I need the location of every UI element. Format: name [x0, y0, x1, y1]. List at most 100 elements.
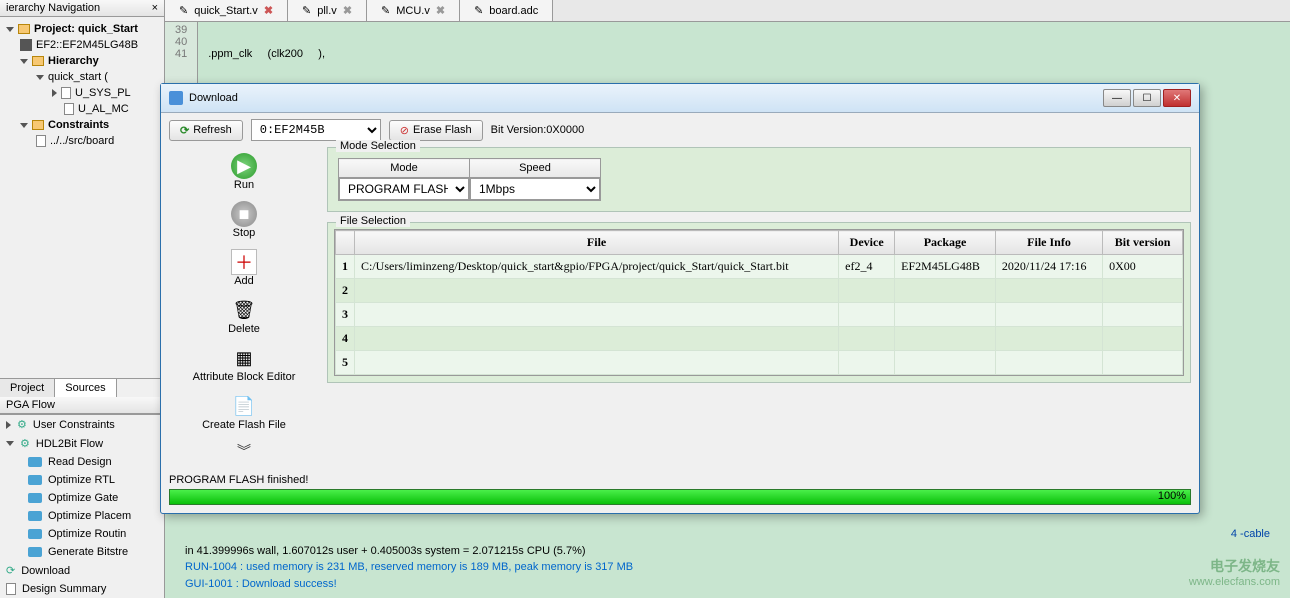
dialog-toolbar: ⟳Refresh 0:EF2M45B ⊘Erase Flash Bit Vers…: [161, 113, 1199, 147]
table-row[interactable]: 4: [336, 327, 1183, 351]
col-package[interactable]: Package: [895, 231, 996, 255]
editor-tab[interactable]: ✎pll.v✖: [288, 0, 367, 21]
editor-tab[interactable]: ✎quick_Start.v✖: [165, 0, 288, 21]
expand-icon[interactable]: [6, 441, 14, 446]
file-icon: [6, 583, 16, 595]
chevron-down-icon[interactable]: ︾: [237, 441, 251, 461]
status-text: PROGRAM FLASH finished!: [169, 474, 308, 486]
table-row[interactable]: 2: [336, 279, 1183, 303]
console-line: GUI-1001 : Download success!: [185, 576, 1270, 593]
table-row[interactable]: 5: [336, 351, 1183, 375]
close-icon[interactable]: ✖: [436, 4, 445, 17]
table-row[interactable]: 1 C:/Users/liminzeng/Desktop/quick_start…: [336, 255, 1183, 279]
hierarchy-title: ierarchy Navigation: [6, 2, 100, 14]
erase-flash-button[interactable]: ⊘Erase Flash: [389, 120, 483, 141]
file-icon: [61, 87, 71, 99]
expand-icon[interactable]: [20, 123, 28, 128]
collapse-icon[interactable]: [52, 89, 57, 97]
refresh-button[interactable]: ⟳Refresh: [169, 120, 243, 141]
add-icon: ＋: [231, 249, 257, 275]
flow-opt-route[interactable]: Optimize Routin: [0, 525, 164, 543]
device-select[interactable]: 0:EF2M45B: [251, 119, 381, 141]
tree-child[interactable]: U_SYS_PL: [2, 85, 162, 101]
flow-summary[interactable]: Design Summary: [0, 580, 164, 598]
expand-icon[interactable]: [6, 421, 11, 429]
mode-table: ModeSpeed PROGRAM FLASH 1Mbps: [338, 158, 601, 201]
file-table: File Device Package File Info Bit versio…: [335, 230, 1183, 375]
minimize-button[interactable]: —: [1103, 89, 1131, 107]
expand-icon[interactable]: [36, 75, 44, 80]
editor-tab[interactable]: ✎MCU.v✖: [367, 0, 460, 21]
tree-project-root[interactable]: Project: quick_Start: [2, 21, 162, 37]
flow-opt-place[interactable]: Optimize Placem: [0, 507, 164, 525]
editor-icon: ▦: [231, 345, 257, 371]
flow-hdl2bit[interactable]: ⚙HDL2Bit Flow: [0, 434, 164, 453]
refresh-icon: ⟳: [180, 124, 189, 137]
close-icon[interactable]: ×: [152, 2, 158, 14]
tree-top-module[interactable]: quick_start (: [2, 69, 162, 85]
flow-read-design[interactable]: Read Design: [0, 453, 164, 471]
add-button[interactable]: ＋Add: [231, 249, 257, 287]
hierarchy-panel-header: ierarchy Navigation ×: [0, 0, 164, 17]
step-icon: [28, 511, 42, 521]
tab-project[interactable]: Project: [0, 379, 55, 397]
sidebar: ierarchy Navigation × Project: quick_Sta…: [0, 0, 165, 598]
dialog-tool-column: ▶Run ■Stop ＋Add 🗑Delete ▦Attribute Block…: [169, 147, 319, 461]
tree-device[interactable]: EF2::EF2M45LG48B: [2, 37, 162, 53]
status-area: PROGRAM FLASH finished! 100%: [161, 469, 1199, 513]
wand-icon: ✎: [474, 4, 483, 17]
col-bitv[interactable]: Bit version: [1103, 231, 1183, 255]
tree-constraint-file[interactable]: ../../src/board: [2, 133, 162, 149]
step-icon: [28, 457, 42, 467]
console: 4 -cable in 41.399996s wall, 1.607012s u…: [165, 520, 1290, 598]
wand-icon: ✎: [302, 4, 311, 17]
flow-user-constraints[interactable]: ⚙User Constraints: [0, 415, 164, 434]
col-file[interactable]: File: [355, 231, 839, 255]
tab-sources[interactable]: Sources: [55, 379, 116, 397]
step-icon: [28, 493, 42, 503]
tree-child[interactable]: U_AL_MC: [2, 101, 162, 117]
tree-constraints[interactable]: Constraints: [2, 117, 162, 133]
progress-percent: 100%: [1158, 490, 1186, 502]
step-icon: [28, 475, 42, 485]
gear-icon: ⚙: [17, 418, 27, 431]
dialog-titlebar[interactable]: Download — ☐ ✕: [161, 84, 1199, 113]
flow-opt-rtl[interactable]: Optimize RTL: [0, 471, 164, 489]
file-table-scroll[interactable]: File Device Package File Info Bit versio…: [334, 229, 1184, 376]
speed-select[interactable]: 1Mbps: [470, 178, 600, 200]
flow-panel: ⚙User Constraints ⚙HDL2Bit Flow Read Des…: [0, 414, 164, 598]
speed-header: Speed: [470, 159, 601, 178]
table-row[interactable]: 3: [336, 303, 1183, 327]
flow-gen-bit[interactable]: Generate Bitstre: [0, 543, 164, 561]
step-icon: [28, 547, 42, 557]
flow-opt-gate[interactable]: Optimize Gate: [0, 489, 164, 507]
attribute-block-editor-button[interactable]: ▦Attribute Block Editor: [193, 345, 296, 383]
flow-panel-header: PGA Flow: [0, 397, 164, 414]
flow-download[interactable]: ⟳Download: [0, 561, 164, 580]
tree-hierarchy[interactable]: Hierarchy: [2, 53, 162, 69]
expand-icon[interactable]: [6, 27, 14, 32]
delete-button[interactable]: 🗑Delete: [228, 297, 260, 335]
col-device[interactable]: Device: [839, 231, 895, 255]
mode-select[interactable]: PROGRAM FLASH: [339, 178, 469, 200]
mode-header: Mode: [339, 159, 470, 178]
wand-icon: ✎: [381, 4, 390, 17]
maximize-button[interactable]: ☐: [1133, 89, 1161, 107]
dialog-title: Download: [189, 92, 238, 104]
chip-icon: [20, 39, 32, 51]
close-icon[interactable]: ✖: [264, 4, 273, 17]
stop-button[interactable]: ■Stop: [231, 201, 257, 239]
trash-icon: 🗑: [231, 297, 257, 323]
close-icon[interactable]: ✖: [343, 4, 352, 17]
editor-tab[interactable]: ✎board.adc: [460, 0, 553, 21]
run-button[interactable]: ▶Run: [231, 153, 257, 191]
close-button[interactable]: ✕: [1163, 89, 1191, 107]
bit-version-label: Bit Version:0X0000: [491, 124, 585, 136]
watermark: 电子发烧友 www.elecfans.com: [1189, 556, 1280, 588]
col-info[interactable]: File Info: [995, 231, 1102, 255]
play-icon: ▶: [231, 153, 257, 179]
sidebar-tabs: Project Sources: [0, 378, 164, 397]
create-flash-file-button[interactable]: 📄Create Flash File: [202, 393, 286, 431]
progress-bar: 100%: [169, 489, 1191, 505]
expand-icon[interactable]: [20, 59, 28, 64]
